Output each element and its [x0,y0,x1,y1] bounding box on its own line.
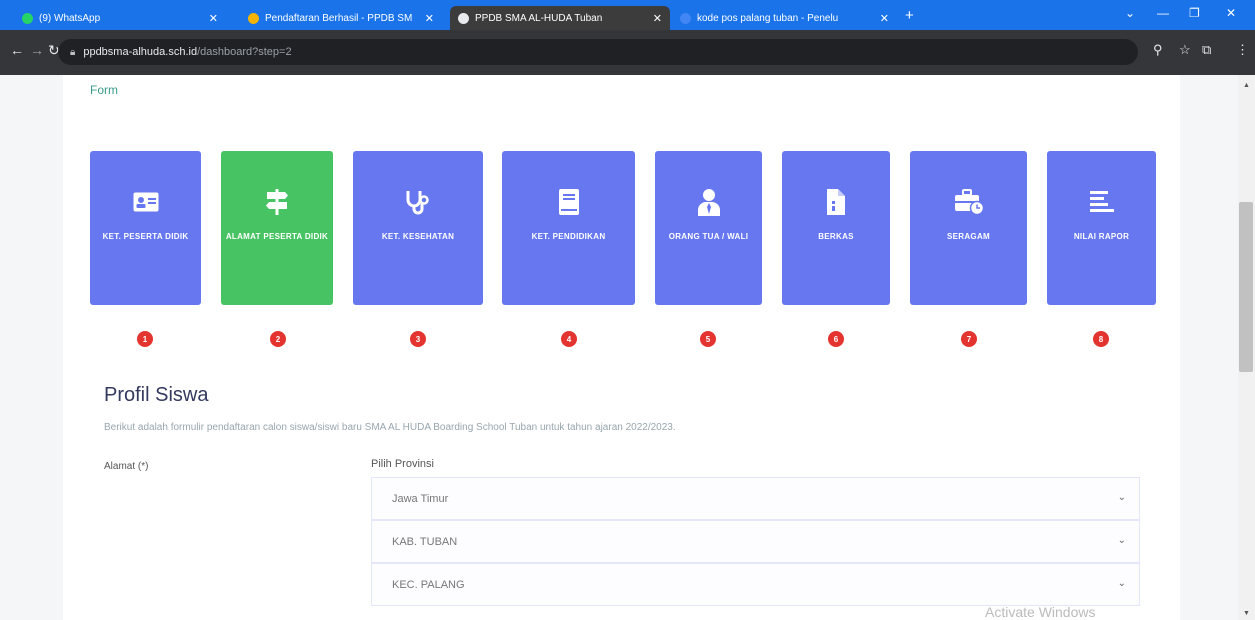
district-select[interactable]: KEC. PALANG ⌄ [371,563,1140,606]
close-icon[interactable]: ✕ [425,12,434,25]
chevron-down-icon: ⌄ [1117,578,1126,589]
whatsapp-icon [22,12,33,24]
tab-whatsapp[interactable]: (9) WhatsApp ✕ [14,6,226,30]
close-icon[interactable]: ✕ [209,12,218,25]
briefcase-clock-icon [910,188,1027,216]
forward-icon[interactable]: → [30,42,44,58]
tile-label: ORANG TUA / WALI [668,232,749,241]
back-icon[interactable]: ← [10,42,24,58]
book-icon [502,188,635,216]
url-domain: ppdbsma-alhuda.sch.id [83,46,198,58]
address-bar[interactable]: 🔒︎ ppdbsma-alhuda.sch.id /dashboard?step… [58,39,1138,65]
tile-label: KET. PESERTA DIDIK [102,232,189,241]
zoom-icon[interactable]: ⚲ [1153,42,1163,58]
select-value: KAB. TUBAN [392,535,458,548]
scrollbar-thumb[interactable] [1239,202,1253,372]
activate-windows-watermark: Activate Windows [985,604,1096,620]
step-tile-alamat-peserta-didik[interactable]: ALAMAT PESERTA DIDIK [221,151,333,305]
tab-title: (9) WhatsApp [39,12,101,24]
tile-label: BERKAS [818,232,854,241]
address-label: Alamat (*) [104,461,149,472]
maximize-icon[interactable]: ❐ [1189,6,1200,20]
id-card-icon [90,188,201,216]
tile-label: NILAI RAPOR [1073,232,1130,241]
new-tab-icon[interactable]: + [905,7,914,24]
tile-label: KET. KESEHATAN [381,232,455,241]
lock-icon: 🔒︎ [70,46,76,58]
scroll-down-icon[interactable]: ▼ [1243,610,1250,617]
select-value: Jawa Timur [392,492,449,505]
signpost-icon [221,188,333,216]
stethoscope-icon [353,188,483,216]
form-heading: Form [90,83,118,97]
step-tile-ket-kesehatan[interactable]: KET. KESEHATAN [353,151,483,305]
province-select[interactable]: Jawa Timur ⌄ [371,477,1140,520]
browser-toolbar: ← → ↻ 🔒︎ ppdbsma-alhuda.sch.id /dashboar… [0,30,1255,75]
step-badge-3: 3 [410,331,426,347]
chevron-down-icon: ⌄ [1117,535,1126,546]
tile-label: ALAMAT PESERTA DIDIK [225,232,329,241]
section-title: Profil Siswa [104,384,209,406]
step-badge-4: 4 [561,331,577,347]
tab-pendaftaran[interactable]: Pendaftaran Berhasil - PPDB SM ✕ [240,6,442,30]
tab-google-search[interactable]: kode pos palang tuban - Penelu ✕ [672,6,897,30]
step-badge-1: 1 [137,331,153,347]
step-tile-ket-pendidikan[interactable]: KET. PENDIDIKAN [502,151,635,305]
globe-icon [458,12,469,24]
menu-icon[interactable]: ⋮ [1236,42,1249,58]
extensions-icon[interactable]: ⧉ [1202,42,1211,58]
close-icon[interactable]: ✕ [653,12,662,25]
section-description: Berikut adalah formulir pendaftaran calo… [104,422,676,433]
step-badge-6: 6 [828,331,844,347]
site-favicon-icon [248,12,259,24]
step-tile-nilai-rapor[interactable]: NILAI RAPOR [1047,151,1156,305]
google-icon [680,12,691,24]
user-tie-icon [655,188,762,216]
regency-select[interactable]: KAB. TUBAN ⌄ [371,520,1140,563]
step-tile-orang-tua-wali[interactable]: ORANG TUA / WALI [655,151,762,305]
star-icon[interactable]: ☆ [1179,42,1191,58]
step-tile-seragam[interactable]: SERAGAM [910,151,1027,305]
tab-title: kode pos palang tuban - Penelu [697,12,839,24]
tile-label: KET. PENDIDIKAN [531,232,606,241]
step-badge-8: 8 [1093,331,1109,347]
file-icon [782,188,890,216]
tab-title: Pendaftaran Berhasil - PPDB SM [265,12,413,24]
close-icon[interactable]: ✕ [880,12,889,25]
url-path: /dashboard?step=2 [197,46,292,58]
scroll-up-icon[interactable]: ▲ [1243,82,1250,89]
tab-ppdb-active[interactable]: PPDB SMA AL-HUDA Tuban ✕ [450,6,670,30]
select-value: KEC. PALANG [392,578,465,591]
tab-search-icon[interactable]: ⌄ [1125,6,1135,20]
step-tile-ket-peserta-didik[interactable]: KET. PESERTA DIDIK [90,151,201,305]
tab-title: PPDB SMA AL-HUDA Tuban [475,12,603,24]
step-tile-berkas[interactable]: BERKAS [782,151,890,305]
step-badge-7: 7 [961,331,977,347]
province-label: Pilih Provinsi [371,458,434,470]
chevron-down-icon: ⌄ [1117,492,1126,503]
tile-label: SERAGAM [947,232,990,241]
browser-tab-bar: (9) WhatsApp ✕ Pendaftaran Berhasil - PP… [0,0,1255,30]
align-left-icon [1047,188,1156,216]
window-close-icon[interactable]: ✕ [1226,6,1236,20]
minimize-icon[interactable]: — [1157,6,1169,20]
step-badge-5: 5 [700,331,716,347]
step-badge-2: 2 [270,331,286,347]
